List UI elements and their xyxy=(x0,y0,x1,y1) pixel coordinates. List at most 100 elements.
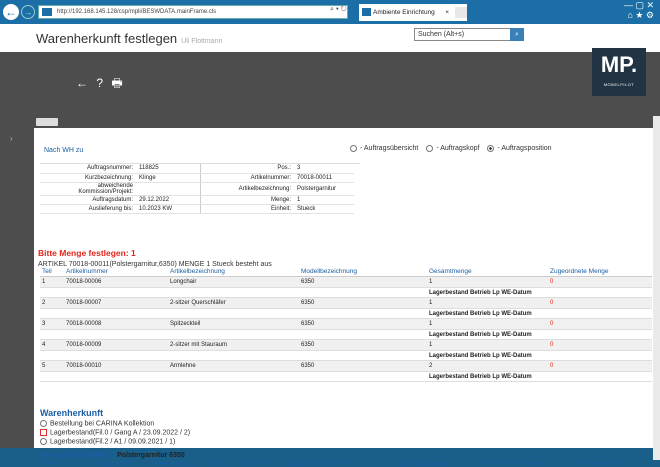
bestand-header-row: Filiale Lagerplatz Wareneingang Menge Li… xyxy=(40,460,652,467)
nach-wh-link[interactable]: Nach WH zu xyxy=(44,147,83,154)
sidebar-toggle-icon[interactable]: › xyxy=(10,134,13,143)
stock-subheader-label: Lagerbestand Betrieb Lp WE-Datum xyxy=(429,310,532,317)
view-option-1[interactable]: - Auftragskopf xyxy=(426,145,480,153)
warenherkunft-option[interactable]: Lagerbestand(Fil.2 / A1 / 09.09.2021 / 1… xyxy=(40,438,175,445)
app-frame: Warenherkunft festlegen Uli Flottmann Suc… xyxy=(0,24,660,467)
search-icon[interactable]: ⌕ ▾ ↻ xyxy=(330,6,347,14)
help-icon[interactable]: ? xyxy=(96,76,103,90)
cell: 70018-00009 xyxy=(66,342,102,348)
back-icon[interactable]: ← xyxy=(76,76,88,90)
table-row[interactable]: 3 70018-00008 Spitzeckteil 6350 1 0 xyxy=(40,319,652,330)
cell: 0 xyxy=(550,342,554,348)
page-title: Warenherkunft festlegen Uli Flottmann xyxy=(36,31,222,46)
column-header[interactable]: Lagerplatz xyxy=(100,460,152,467)
view-option-0[interactable]: - Auftragsübersicht xyxy=(350,145,418,152)
table-row[interactable]: 2 70018-00007 2-sitzer Querschläfer 6350 1 0 xyxy=(40,298,652,309)
table-row[interactable]: 5 70018-00010 Armlehne 6350 2 0 xyxy=(40,361,652,372)
stock-subheader: Lagerbestand Betrieb Lp WE-Datum xyxy=(40,309,652,319)
quantity-warning: Bitte Menge festlegen: 1 xyxy=(38,248,136,258)
site-favicon-icon xyxy=(42,8,52,16)
vertical-scrollbar[interactable] xyxy=(653,116,660,460)
forward-arrow-icon[interactable]: → xyxy=(21,5,35,19)
moebelpilot-logo: MP. MÖBELPILOT xyxy=(592,48,646,96)
info-label: Pos.: xyxy=(200,164,294,174)
new-tab-icon[interactable] xyxy=(455,7,467,18)
radio-icon[interactable] xyxy=(350,145,357,152)
info-label: Einheit: xyxy=(200,204,294,214)
cell: 1 xyxy=(429,279,433,285)
warenherkunft-option[interactable]: Lagerbestand(Fil.0 / Gang A / 23.09.2022… xyxy=(40,429,190,436)
cell: 0 xyxy=(550,300,554,306)
cell: 1 xyxy=(42,279,46,285)
stock-subheader: Lagerbestand Betrieb Lp WE-Datum xyxy=(40,288,652,298)
print-icon[interactable]: 🖶 xyxy=(111,76,122,90)
bestand-title-prefix: Bestand (70018-00011) xyxy=(40,452,116,459)
view-option-label: - Auftragsübersicht xyxy=(360,145,419,153)
url-text: http://192.168.145.128/csp/mpli/BESWDATA… xyxy=(57,9,217,15)
view-option-2[interactable]: - Auftragsposition xyxy=(487,145,552,152)
tab-close-icon[interactable]: × xyxy=(445,4,449,21)
radio-icon[interactable] xyxy=(40,420,47,427)
column-header[interactable]: Wareneingang xyxy=(152,460,210,467)
address-bar[interactable]: http://192.168.145.128/csp/mpli/BESWDATA… xyxy=(38,5,348,19)
column-header[interactable]: Gesamtmenge xyxy=(429,268,550,276)
info-value: Polstergarnitur xyxy=(294,182,354,196)
column-header[interactable]: Artikelbezeichnung xyxy=(170,268,301,276)
cell: 70018-00006 xyxy=(66,279,102,285)
search-input[interactable]: Suchen (Alt+s) xyxy=(414,28,524,41)
tab-favicon-icon xyxy=(362,8,371,16)
app-header: Warenherkunft festlegen Uli Flottmann Suc… xyxy=(0,24,660,52)
order-info-table: Auftragsnummer: 118825 Pos.: 3 Kurzbezeichn… xyxy=(40,163,360,214)
info-label: Auslieferung bis: xyxy=(40,204,136,214)
highlight-square-icon[interactable] xyxy=(40,429,47,436)
radio-icon[interactable] xyxy=(40,438,47,445)
cell: Armlehne xyxy=(170,363,196,369)
cell: 6350 xyxy=(301,279,315,285)
search-button-icon[interactable]: ⌕ xyxy=(510,28,524,41)
cell: 1 xyxy=(429,342,433,348)
view-option-label: - Auftragskopf xyxy=(436,145,480,153)
info-label: Auftragsnummer: xyxy=(40,164,136,174)
table-row[interactable]: 4 70018-00009 2-sitzer mit Stauraum 6350 1 0 xyxy=(40,340,652,351)
browser-tab[interactable]: Ambiente Einrichtung × xyxy=(359,4,467,21)
column-header[interactable]: Modellbezeichnung xyxy=(301,268,429,276)
cell: 6350 xyxy=(301,300,315,306)
option-label: Lagerbestand(Fil.0 / Gang A / 23.09.2022… xyxy=(50,429,191,437)
radio-selected-icon[interactable] xyxy=(487,145,495,152)
parts-table: Teil Artikelnummer Artikelbezeichnung Mo… xyxy=(40,268,652,382)
panel-topbar xyxy=(34,116,660,128)
back-arrow-icon[interactable]: ← xyxy=(3,4,19,20)
info-label: Auftragsdatum: xyxy=(40,195,136,205)
info-label: Kurzbezeichnung: xyxy=(40,173,136,183)
cell: 2-sitzer mit Stauraum xyxy=(170,342,228,348)
window-controls[interactable]: — ▢ ✕ ⌂ ★ ⚙ xyxy=(624,0,654,20)
warenherkunft-option[interactable]: Bestellung bei CARINA Kollektion xyxy=(40,420,154,427)
cell: 2 xyxy=(429,363,433,369)
column-header[interactable]: Zugeordnete Menge xyxy=(550,268,652,276)
stock-subheader-label: Lagerbestand Betrieb Lp WE-Datum xyxy=(429,352,532,359)
column-header[interactable]: Einzel-Einkaufspreis xyxy=(288,460,396,467)
column-header[interactable]: Lieferant xyxy=(240,460,288,467)
info-label: Artikelnummer: xyxy=(200,173,294,183)
info-value: 70018-00011 xyxy=(294,173,354,183)
column-header[interactable]: Filiale xyxy=(40,460,100,467)
parts-header-row: Teil Artikelnummer Artikelbezeichnung Mo… xyxy=(40,268,652,277)
main-panel: Nach WH zu - Auftragsübersicht - Auftrag… xyxy=(34,116,660,467)
stock-subheader: Lagerbestand Betrieb Lp WE-Datum xyxy=(40,351,652,361)
radio-icon[interactable] xyxy=(426,145,434,152)
panel-collapse-button[interactable] xyxy=(36,118,58,126)
column-header[interactable]: Reservierung/Pos. xyxy=(578,460,648,467)
cell: 0 xyxy=(550,363,554,369)
cell: 2-sitzer Querschläfer xyxy=(170,300,226,306)
column-header[interactable]: Lieferscheinnummer xyxy=(486,460,578,467)
table-row[interactable]: 1 70018-00006 Longchair 6350 1 0 xyxy=(40,277,652,288)
logo-sub: MÖBELPILOT xyxy=(603,82,635,87)
logo-main: MP. xyxy=(600,52,638,77)
info-value: Stueck xyxy=(294,204,354,214)
column-header[interactable]: Menge xyxy=(210,460,240,467)
column-header[interactable]: Artikelnummer xyxy=(66,268,170,276)
column-header[interactable]: Teil xyxy=(40,268,66,276)
stock-subheader-label: Lagerbestand Betrieb Lp WE-Datum xyxy=(429,373,532,380)
column-header[interactable]: Lagerplatzhinweis xyxy=(396,460,486,467)
cell: 0 xyxy=(550,321,554,327)
